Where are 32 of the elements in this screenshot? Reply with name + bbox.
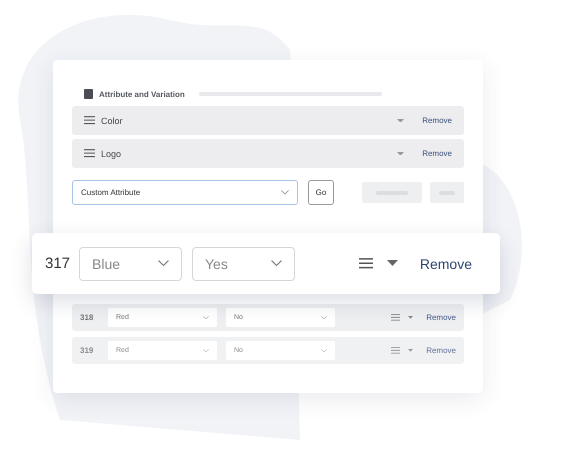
option-select[interactable]: Yes (192, 246, 295, 280)
variation-id: 318 (80, 313, 94, 322)
caret-icon[interactable] (397, 118, 404, 122)
caret-icon[interactable] (386, 260, 398, 267)
caret-icon[interactable] (408, 316, 414, 319)
remove-link[interactable]: Remove (426, 313, 456, 322)
attribute-name: Color (101, 116, 124, 126)
go-button[interactable]: Go (308, 180, 334, 205)
variation-id: 319 (80, 346, 94, 355)
remove-link[interactable]: Remove (420, 256, 472, 272)
menu-icon[interactable] (391, 314, 400, 321)
remove-link[interactable]: Remove (426, 346, 456, 355)
attribute-name: Logo (101, 148, 122, 158)
section-icon (84, 89, 93, 99)
remove-link[interactable]: Remove (422, 149, 452, 158)
menu-icon[interactable] (358, 258, 373, 269)
option-select[interactable]: Blue (79, 246, 182, 280)
variation-id: 317 (45, 255, 72, 272)
chevron-down-icon (271, 260, 282, 267)
chevron-down-icon (203, 348, 209, 352)
attribute-select[interactable]: Custom Attribute (72, 180, 298, 205)
chevron-down-icon (321, 348, 327, 352)
caret-icon[interactable] (408, 349, 414, 352)
chevron-down-icon (158, 260, 169, 267)
caret-icon[interactable] (397, 152, 404, 156)
chevron-down-icon (281, 190, 289, 195)
menu-icon[interactable] (84, 116, 95, 125)
chevron-down-icon (203, 316, 209, 320)
section-title: Attribute and Variation (99, 90, 185, 98)
chevron-down-icon (321, 316, 327, 320)
remove-link[interactable]: Remove (422, 116, 452, 125)
menu-icon[interactable] (84, 149, 95, 158)
